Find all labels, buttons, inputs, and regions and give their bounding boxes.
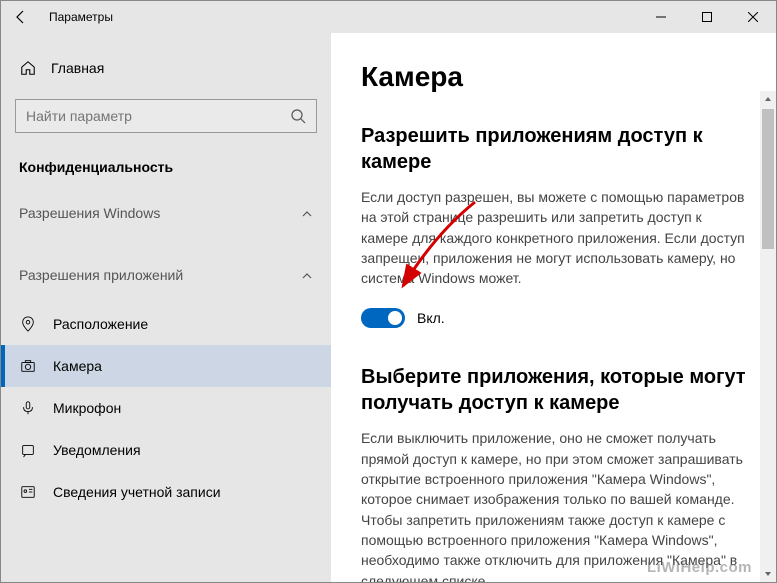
chevron-up-icon [301,207,313,219]
home-icon [19,59,37,77]
sidebar-item-camera[interactable]: Камера [1,345,331,387]
sidebar-item-location[interactable]: Расположение [1,303,331,345]
sidebar-item-label: Микрофон [53,400,121,416]
sidebar-item-label: Камера [53,358,102,374]
sidebar-item-label: Сведения учетной записи [53,484,221,500]
scrollbar-thumb[interactable] [762,109,774,249]
group-windows-permissions[interactable]: Разрешения Windows [1,195,331,231]
camera-access-toggle[interactable] [361,308,405,328]
search-input[interactable] [15,99,317,133]
maximize-button[interactable] [684,1,730,33]
section-heading: Конфиденциальность [1,151,331,195]
search-field[interactable] [26,108,290,124]
minimize-button[interactable] [638,1,684,33]
camera-icon [19,357,37,375]
sidebar-item-account-info[interactable]: Сведения учетной записи [1,471,331,513]
group-label: Разрешения приложений [19,267,183,283]
nav-home[interactable]: Главная [1,51,331,85]
content-area: Камера Разрешить приложениям доступ к ка… [331,33,776,582]
scroll-up-icon[interactable] [762,93,774,105]
vertical-scrollbar[interactable] [760,91,776,582]
chevron-up-icon [301,269,313,281]
back-button[interactable] [11,7,31,27]
sidebar-item-label: Уведомления [53,442,141,458]
section-description-allow: Если доступ разрешен, вы можете с помощь… [361,187,746,288]
nav-home-label: Главная [51,60,104,76]
window-title: Параметры [49,10,113,24]
page-title: Камера [361,61,746,93]
account-info-icon [19,483,37,501]
sidebar: Главная Конфиденциальность Разрешения Wi… [1,33,331,582]
search-icon [290,108,306,124]
section-heading-choose-apps: Выберите приложения, которые могут получ… [361,364,746,416]
toggle-label: Вкл. [417,310,445,326]
sidebar-item-microphone[interactable]: Микрофон [1,387,331,429]
notifications-icon [19,441,37,459]
scroll-down-icon[interactable] [762,568,774,580]
group-label: Разрешения Windows [19,205,160,221]
microphone-icon [19,399,37,417]
group-app-permissions[interactable]: Разрешения приложений [1,257,331,293]
watermark: LiWiHelp.com [647,559,752,576]
close-button[interactable] [730,1,776,33]
titlebar: Параметры [1,1,776,33]
location-icon [19,315,37,333]
section-heading-allow: Разрешить приложениям доступ к камере [361,123,746,175]
sidebar-item-label: Расположение [53,316,148,332]
sidebar-item-notifications[interactable]: Уведомления [1,429,331,471]
